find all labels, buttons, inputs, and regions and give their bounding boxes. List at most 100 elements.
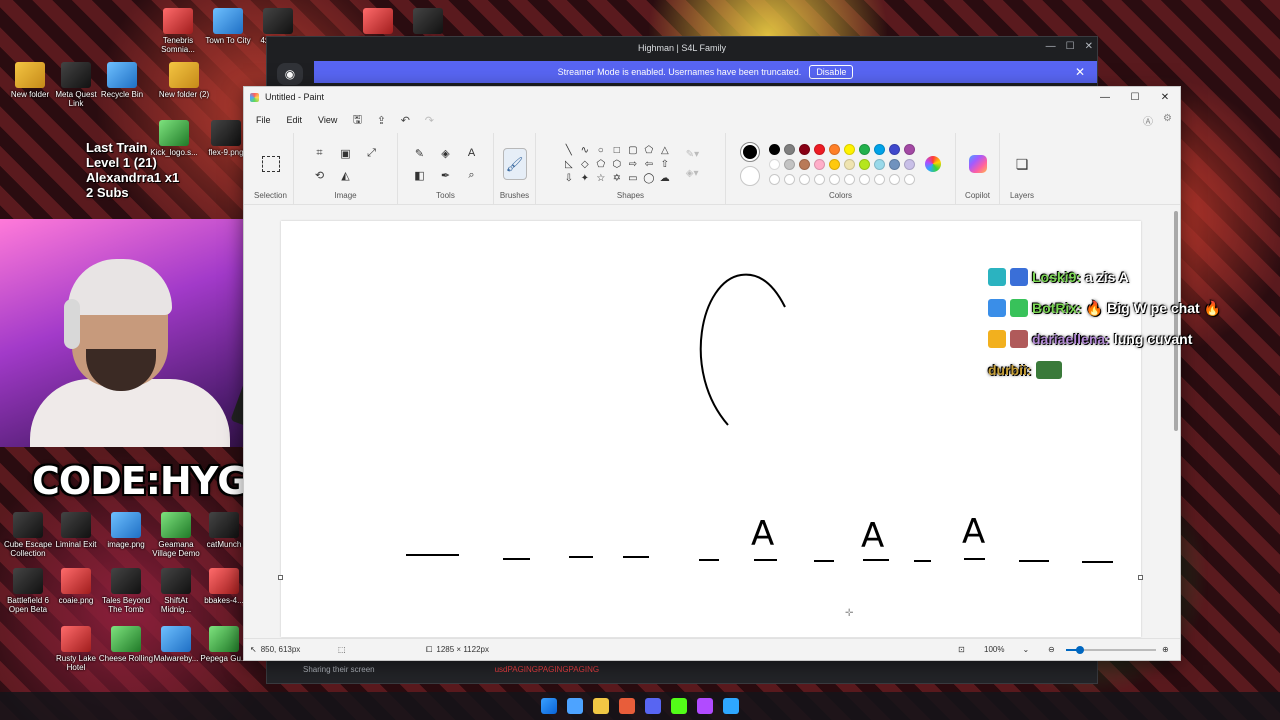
canvas-resize-handle[interactable] — [278, 575, 283, 580]
color-swatch[interactable] — [888, 143, 900, 155]
desktop-icon[interactable]: coaie.png — [48, 568, 104, 605]
custom-color-slot[interactable] — [768, 173, 780, 185]
app-icon[interactable] — [209, 512, 239, 538]
color-swatch[interactable] — [828, 158, 840, 170]
color-swatch[interactable] — [873, 143, 885, 155]
app-icon[interactable] — [111, 512, 141, 538]
app-icon[interactable] — [61, 568, 91, 594]
close-icon[interactable]: ✕ — [1150, 87, 1180, 107]
arrow-right-shape-icon[interactable]: ⇨ — [626, 158, 640, 170]
zoom-in-icon[interactable]: ⊕ — [1162, 645, 1169, 654]
app-icon[interactable] — [61, 512, 91, 538]
app-icon[interactable] — [209, 568, 239, 594]
polygon-shape-icon[interactable]: ⬠ — [642, 144, 656, 156]
color-swatch[interactable] — [783, 158, 795, 170]
custom-color-slot[interactable] — [813, 173, 825, 185]
color-swatch[interactable] — [768, 158, 780, 170]
magnifier-icon[interactable]: ⌕ — [463, 166, 481, 184]
channel-name[interactable]: usdPAGINGPAGINGPAGING — [495, 665, 599, 674]
desktop-icon[interactable]: image.png — [98, 512, 154, 549]
account-icon[interactable]: Ⓐ — [1143, 113, 1153, 128]
diamond-shape-icon[interactable]: ◇ — [578, 158, 592, 170]
color-picker-icon[interactable]: ✒ — [437, 166, 455, 184]
callout-oval-shape-icon[interactable]: ◯ — [642, 172, 656, 184]
star6-shape-icon[interactable]: ✡ — [610, 172, 624, 184]
color-swatch[interactable] — [843, 143, 855, 155]
flip-icon[interactable]: ◭ — [337, 166, 355, 184]
menu-view[interactable]: View — [310, 111, 345, 129]
desktop-icon[interactable]: Tenebris Somnia... — [150, 8, 206, 54]
secondary-color-swatch[interactable] — [739, 166, 760, 186]
undo-icon[interactable]: ↶ — [393, 110, 417, 130]
app-icon[interactable] — [211, 120, 241, 146]
custom-color-slot[interactable] — [828, 173, 840, 185]
app-icon[interactable] — [163, 8, 193, 34]
image-select-icon[interactable]: ▣ — [337, 144, 355, 162]
rotate-icon[interactable]: ⟲ — [311, 166, 329, 184]
curve-shape-icon[interactable]: ∿ — [578, 144, 592, 156]
app-icon[interactable] — [111, 626, 141, 652]
rounded-rect-shape-icon[interactable]: ▢ — [626, 144, 640, 156]
app-icon[interactable] — [13, 568, 43, 594]
arrow-down-shape-icon[interactable]: ⇩ — [562, 172, 576, 184]
fit-to-window-icon[interactable]: ⊡ — [958, 645, 965, 654]
color-swatch[interactable] — [813, 158, 825, 170]
app-icon[interactable] — [61, 626, 91, 652]
settings-gear-icon[interactable]: ⚙ — [1163, 113, 1172, 128]
callout-cloud-shape-icon[interactable]: ☁ — [658, 172, 672, 184]
search-icon[interactable] — [567, 698, 583, 714]
arrow-left-shape-icon[interactable]: ⇦ — [642, 158, 656, 170]
color-swatch[interactable] — [783, 143, 795, 155]
app-icon[interactable] — [161, 626, 191, 652]
desktop-icon[interactable]: Tales Beyond The Tomb — [98, 568, 154, 614]
zoom-value[interactable]: 100% — [984, 645, 1004, 654]
color-swatch[interactable] — [888, 158, 900, 170]
file-explorer-icon[interactable] — [593, 698, 609, 714]
fill-icon[interactable]: ◈ — [437, 144, 455, 162]
color-swatch[interactable] — [903, 143, 915, 155]
menu-edit[interactable]: Edit — [279, 111, 311, 129]
pentagon-shape-icon[interactable]: ⬠ — [594, 158, 608, 170]
shape-fill-icon[interactable]: ◈▾ — [686, 168, 699, 179]
kick-taskbar-icon[interactable] — [671, 698, 687, 714]
zoom-slider-thumb[interactable] — [1076, 646, 1084, 654]
discord-home-icon[interactable]: ◉ — [277, 63, 303, 85]
custom-color-slot[interactable] — [858, 173, 870, 185]
copilot-icon[interactable] — [968, 155, 987, 173]
app-icon[interactable] — [263, 8, 293, 34]
app-icon[interactable] — [15, 62, 45, 88]
primary-color-swatch[interactable] — [739, 142, 760, 162]
custom-color-slot[interactable] — [783, 173, 795, 185]
app-icon[interactable] — [413, 8, 443, 34]
brush-icon[interactable]: 🖌 — [502, 148, 527, 180]
custom-color-slot[interactable] — [873, 173, 885, 185]
paint-taskbar-icon[interactable] — [697, 698, 713, 714]
desktop-icon[interactable]: New folder (2) — [156, 62, 212, 99]
callout-rect-shape-icon[interactable]: ▭ — [626, 172, 640, 184]
edit-colors-icon[interactable] — [924, 156, 941, 172]
text-icon[interactable]: A — [463, 144, 481, 162]
app-icon[interactable] — [169, 62, 199, 88]
pencil-icon[interactable]: ✎ — [411, 144, 429, 162]
app-icon[interactable] — [61, 62, 91, 88]
color-swatch[interactable] — [858, 143, 870, 155]
oval-shape-icon[interactable]: ○ — [594, 144, 608, 156]
app-icon[interactable] — [111, 568, 141, 594]
app-icon[interactable] — [161, 568, 191, 594]
right-triangle-shape-icon[interactable]: ◺ — [562, 158, 576, 170]
desktop-icon[interactable]: Town To City — [200, 8, 256, 45]
star5-shape-icon[interactable]: ☆ — [594, 172, 608, 184]
custom-color-slot[interactable] — [888, 173, 900, 185]
shapes-gallery[interactable]: ╲ ∿ ○ □ ▢ ⬠ △ ◺ ◇ ⬠ ⬡ ⇨ ⇦ ⇧ ⇩ ✦ ☆ ✡ ▭ ◯ … — [562, 144, 672, 184]
canvas-resize-handle[interactable] — [1138, 575, 1143, 580]
app-icon[interactable] — [13, 512, 43, 538]
app-taskbar-icon[interactable] — [723, 698, 739, 714]
color-swatch[interactable] — [828, 143, 840, 155]
app-icon[interactable] — [213, 8, 243, 34]
zoom-slider[interactable] — [1066, 646, 1156, 654]
custom-color-slot[interactable] — [798, 173, 810, 185]
color-swatch[interactable] — [903, 158, 915, 170]
minimize-icon[interactable]: — — [1090, 87, 1120, 107]
close-banner-icon[interactable]: ✕ — [1075, 65, 1085, 79]
outline-icon[interactable]: ✎▾ — [686, 149, 699, 160]
